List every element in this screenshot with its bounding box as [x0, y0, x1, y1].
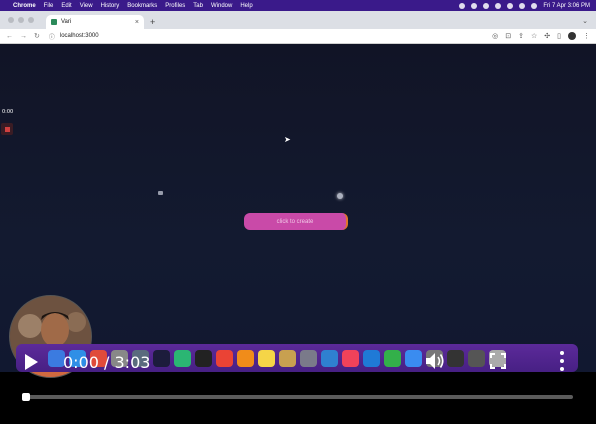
play-button[interactable] [25, 354, 38, 370]
profile-avatar[interactable] [568, 32, 576, 40]
bookmark-star-icon[interactable]: ☆ [531, 32, 537, 40]
page-viewport: 0:00 ➤ click to create [0, 44, 596, 378]
install-icon[interactable]: ⊡ [505, 32, 511, 40]
menu-edit[interactable]: Edit [61, 3, 71, 9]
vpn-icon[interactable] [471, 2, 478, 9]
tab-strip: Vari × + ⌄ [0, 11, 596, 29]
back-button[interactable]: ← [6, 33, 13, 40]
share-icon[interactable]: ⇪ [518, 32, 524, 40]
time-separator: / [98, 353, 115, 372]
menu-history[interactable]: History [101, 3, 120, 9]
site-info-icon[interactable]: ⓘ [49, 32, 55, 41]
floating-particle [337, 193, 343, 199]
favicon-icon [51, 19, 57, 25]
control-center-icon[interactable] [531, 2, 538, 9]
video-controls: 0:00 / 3:03 [0, 344, 596, 424]
stop-recording-button[interactable] [1, 123, 13, 135]
window-controls [0, 17, 42, 29]
new-tab-button[interactable]: + [150, 17, 155, 27]
sidebar-icon[interactable]: ▯ [557, 32, 561, 40]
volume-icon[interactable] [425, 352, 445, 370]
stop-icon [4, 126, 10, 132]
battery-icon[interactable] [495, 2, 502, 9]
forward-button[interactable]: → [20, 33, 27, 40]
menu-bookmarks[interactable]: Bookmarks [127, 3, 157, 9]
maximize-window-button[interactable] [28, 17, 34, 23]
browser-toolbar: ← → ↻ ⓘ localhost:3000 ◎ ⊡ ⇪ ☆ ✣ ▯ ⋮ [0, 29, 596, 44]
menu-window[interactable]: Window [211, 3, 232, 9]
reload-button[interactable]: ↻ [34, 32, 40, 40]
menu-file[interactable]: File [44, 3, 54, 9]
search-icon[interactable] [519, 2, 526, 9]
menu-help[interactable]: Help [240, 3, 252, 9]
tab-active[interactable]: Vari × [46, 15, 144, 29]
status-area: Fri 7 Apr 3:06 PM [459, 2, 590, 9]
seek-bar[interactable] [22, 393, 573, 401]
clock[interactable]: Fri 7 Apr 3:06 PM [543, 3, 590, 9]
address-bar[interactable]: ⓘ localhost:3000 [49, 32, 99, 41]
close-window-button[interactable] [8, 17, 14, 23]
menu-bar: Chrome File Edit View History Bookmarks … [0, 0, 596, 11]
url-text[interactable]: localhost:3000 [60, 33, 99, 39]
extensions-icon[interactable]: ✣ [544, 32, 550, 40]
floating-particle [158, 191, 163, 195]
duration: 3:03 [114, 353, 151, 372]
close-tab-icon[interactable]: × [135, 19, 139, 26]
time-display: 0:00 / 3:03 [63, 353, 150, 372]
minimize-window-button[interactable] [18, 17, 24, 23]
seek-handle[interactable] [22, 393, 30, 401]
fullscreen-icon[interactable] [490, 353, 506, 369]
google-lens-icon[interactable]: ◎ [492, 32, 498, 40]
current-time: 0:00 [63, 353, 99, 372]
tab-search-chevron-icon[interactable]: ⌄ [582, 17, 588, 25]
tab-title: Vari [61, 19, 72, 25]
menu-kebab-icon[interactable]: ⋮ [583, 32, 590, 40]
bluetooth-icon[interactable] [483, 2, 490, 9]
menu-app-name[interactable]: Chrome [13, 3, 36, 9]
toolbar-actions: ◎ ⊡ ⇪ ☆ ✣ ▯ ⋮ [492, 32, 590, 40]
menu-profiles[interactable]: Profiles [165, 3, 185, 9]
menu-view[interactable]: View [80, 3, 93, 9]
more-options-icon[interactable] [559, 351, 565, 371]
mouse-cursor-icon: ➤ [284, 135, 291, 144]
recording-timer: 0:00 [2, 109, 14, 115]
wifi-icon[interactable] [507, 2, 514, 9]
menu-tab[interactable]: Tab [193, 3, 203, 9]
click-to-create-button[interactable]: click to create [244, 213, 348, 230]
record-status-icon[interactable] [459, 2, 466, 9]
